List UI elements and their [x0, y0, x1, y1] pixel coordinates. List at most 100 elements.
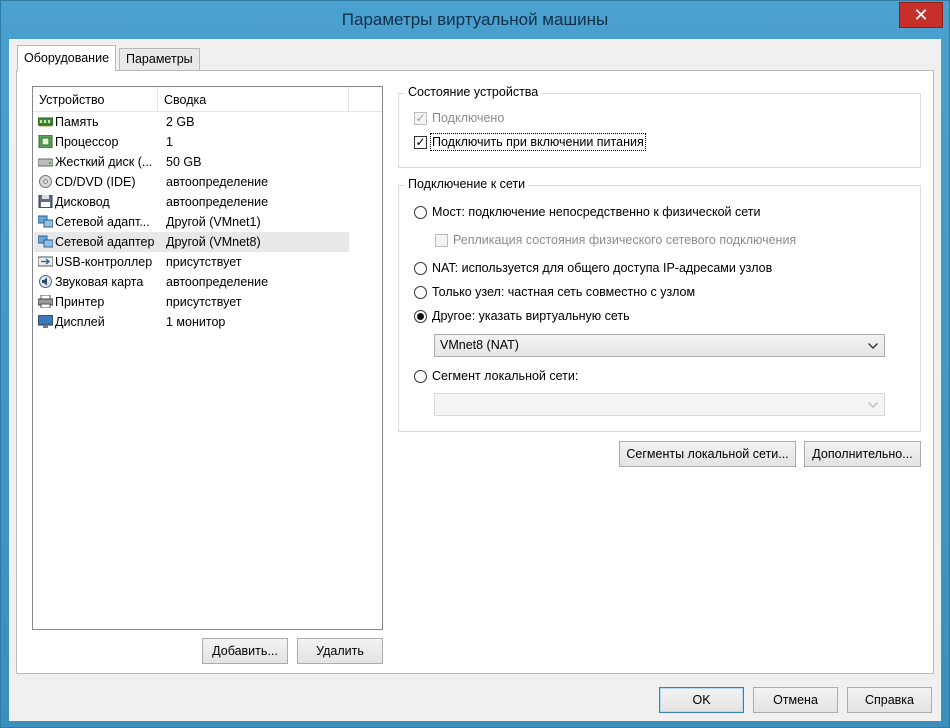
lan-segment-radio[interactable]: Сегмент локальной сети:	[414, 369, 578, 383]
memory-icon	[38, 114, 54, 127]
select-value: VMnet8 (NAT)	[440, 338, 519, 352]
device-row-cd-dvd[interactable]: CD/DVD (IDE) автоопределение	[34, 172, 349, 192]
add-device-button[interactable]: Добавить...	[202, 638, 288, 664]
network-connection-group: Подключение к сети Мост: подключение неп…	[398, 177, 921, 432]
hardware-tab-page: Устройство Сводка Память 2 GB Процессор …	[16, 70, 934, 674]
device-summary: автоопределение	[166, 275, 269, 289]
title-bar[interactable]: Параметры виртуальной машины ✕	[1, 1, 949, 39]
device-row-usb-controller[interactable]: USB-контроллер присутствует	[34, 252, 349, 272]
device-row-sound-card[interactable]: Звуковая карта автоопределение	[34, 272, 349, 292]
replicate-physical-state-checkbox[interactable]: Репликация состояния физического сетевог…	[435, 233, 796, 247]
device-name: CD/DVD (IDE)	[55, 175, 136, 189]
host-only-radio[interactable]: Только узел: частная сеть совместно с уз…	[414, 285, 695, 299]
column-header-device[interactable]: Устройство	[33, 87, 158, 111]
device-row-floppy[interactable]: Дисковод автоопределение	[34, 192, 349, 212]
chevron-down-icon	[867, 335, 879, 356]
window-title: Параметры виртуальной машины	[341, 10, 609, 29]
device-name: Дисковод	[55, 195, 110, 209]
radio-label: Другое: указать виртуальную сеть	[432, 309, 630, 323]
lan-segments-button[interactable]: Сегменты локальной сети...	[619, 441, 796, 467]
device-summary: автоопределение	[166, 175, 269, 189]
checkbox-label: Подключить при включении питания	[430, 133, 646, 151]
radio-label: NAT: используется для общего доступа IP-…	[432, 261, 773, 275]
device-summary: присутствует	[166, 255, 242, 269]
device-row-processor[interactable]: Процессор 1	[34, 132, 349, 152]
device-name: Сетевой адапт...	[55, 215, 150, 229]
connected-checkbox[interactable]: ✓ Подключено	[414, 111, 504, 125]
tab-label: Оборудование	[24, 51, 110, 65]
checkbox-label: Подключено	[432, 111, 505, 125]
custom-network-select[interactable]: VMnet8 (NAT)	[434, 334, 885, 357]
dialog-window: Параметры виртуальной машины ✕ Оборудова…	[0, 0, 950, 728]
radio-circle	[414, 309, 427, 323]
cpu-icon	[38, 134, 53, 149]
device-name: Память	[55, 115, 99, 129]
checkbox-box: ✓	[414, 110, 427, 125]
device-summary: 1 монитор	[166, 315, 226, 329]
device-name: Дисплей	[55, 315, 105, 329]
sound-card-icon	[38, 274, 53, 288]
tab-options[interactable]: Параметры	[119, 48, 200, 70]
column-header-label: Сводка	[164, 93, 207, 107]
device-row-network-adapter-1[interactable]: Сетевой адапт... Другой (VMnet1)	[34, 212, 349, 232]
device-name: Сетевой адаптер	[55, 235, 155, 249]
radio-dot	[417, 312, 424, 320]
device-name: Жесткий диск (...	[55, 155, 153, 169]
device-list[interactable]: Устройство Сводка Память 2 GB Процессор …	[32, 86, 383, 630]
network-adapter-icon	[38, 234, 54, 248]
usb-icon	[38, 254, 54, 267]
device-summary: Другой (VMnet8)	[166, 235, 261, 249]
column-header-summary[interactable]: Сводка	[158, 87, 349, 111]
chevron-down-icon	[867, 394, 879, 415]
device-name: Звуковая карта	[55, 275, 144, 289]
advanced-button[interactable]: Дополнительно...	[804, 441, 921, 467]
nat-radio[interactable]: NAT: используется для общего доступа IP-…	[414, 261, 772, 275]
cd-dvd-icon	[38, 174, 53, 188]
device-row-printer[interactable]: Принтер присутствует	[34, 292, 349, 312]
bridged-radio[interactable]: Мост: подключение непосредственно к физи…	[414, 205, 761, 219]
tab-label: Параметры	[126, 52, 193, 66]
ok-button[interactable]: OK	[659, 687, 744, 713]
group-title: Подключение к сети	[405, 177, 529, 191]
display-icon	[38, 314, 54, 328]
custom-network-radio[interactable]: Другое: указать виртуальную сеть	[414, 309, 630, 323]
network-adapter-icon	[38, 214, 54, 228]
radio-circle	[414, 369, 427, 383]
column-header-label: Устройство	[39, 93, 105, 107]
checkbox-label: Репликация состояния физического сетевог…	[453, 233, 797, 247]
device-name: USB-контроллер	[55, 255, 153, 269]
device-name: Процессор	[55, 135, 119, 149]
device-row-hard-disk[interactable]: Жесткий диск (... 50 GB	[34, 152, 349, 172]
checkbox-box	[435, 233, 448, 247]
device-name: Принтер	[55, 295, 105, 309]
connect-at-power-on-checkbox[interactable]: ✓ Подключить при включении питания	[414, 133, 646, 151]
device-summary: 1	[166, 135, 173, 149]
floppy-icon	[38, 194, 53, 209]
device-status-group: Состояние устройства ✓ Подключено ✓ Подк…	[398, 85, 921, 168]
remove-device-button[interactable]: Удалить	[297, 638, 383, 664]
radio-circle	[414, 285, 427, 299]
dialog-client-area: Оборудование Параметры Устройство Сводка…	[9, 39, 941, 721]
group-title: Состояние устройства	[405, 85, 542, 99]
device-row-network-adapter-2[interactable]: Сетевой адаптер Другой (VMnet8)	[34, 232, 349, 252]
radio-circle	[414, 261, 427, 275]
cancel-button[interactable]: Отмена	[753, 687, 838, 713]
radio-label: Мост: подключение непосредственно к физи…	[432, 205, 761, 219]
list-header: Устройство Сводка	[33, 87, 382, 112]
hard-disk-icon	[38, 154, 54, 167]
radio-label: Только узел: частная сеть совместно с уз…	[432, 285, 696, 299]
device-summary: автоопределение	[166, 195, 269, 209]
device-row-memory[interactable]: Память 2 GB	[34, 112, 349, 132]
device-row-display[interactable]: Дисплей 1 монитор	[34, 312, 349, 332]
help-button[interactable]: Справка	[847, 687, 932, 713]
lan-segment-select[interactable]	[434, 393, 885, 416]
close-button[interactable]: ✕	[899, 2, 943, 28]
tab-hardware[interactable]: Оборудование	[17, 45, 117, 71]
checkbox-box: ✓	[414, 134, 427, 149]
printer-icon	[38, 294, 54, 309]
device-summary: 2 GB	[166, 115, 195, 129]
radio-label: Сегмент локальной сети:	[432, 369, 579, 383]
radio-circle	[414, 205, 427, 219]
device-summary: 50 GB	[166, 155, 202, 169]
device-summary: присутствует	[166, 295, 242, 309]
